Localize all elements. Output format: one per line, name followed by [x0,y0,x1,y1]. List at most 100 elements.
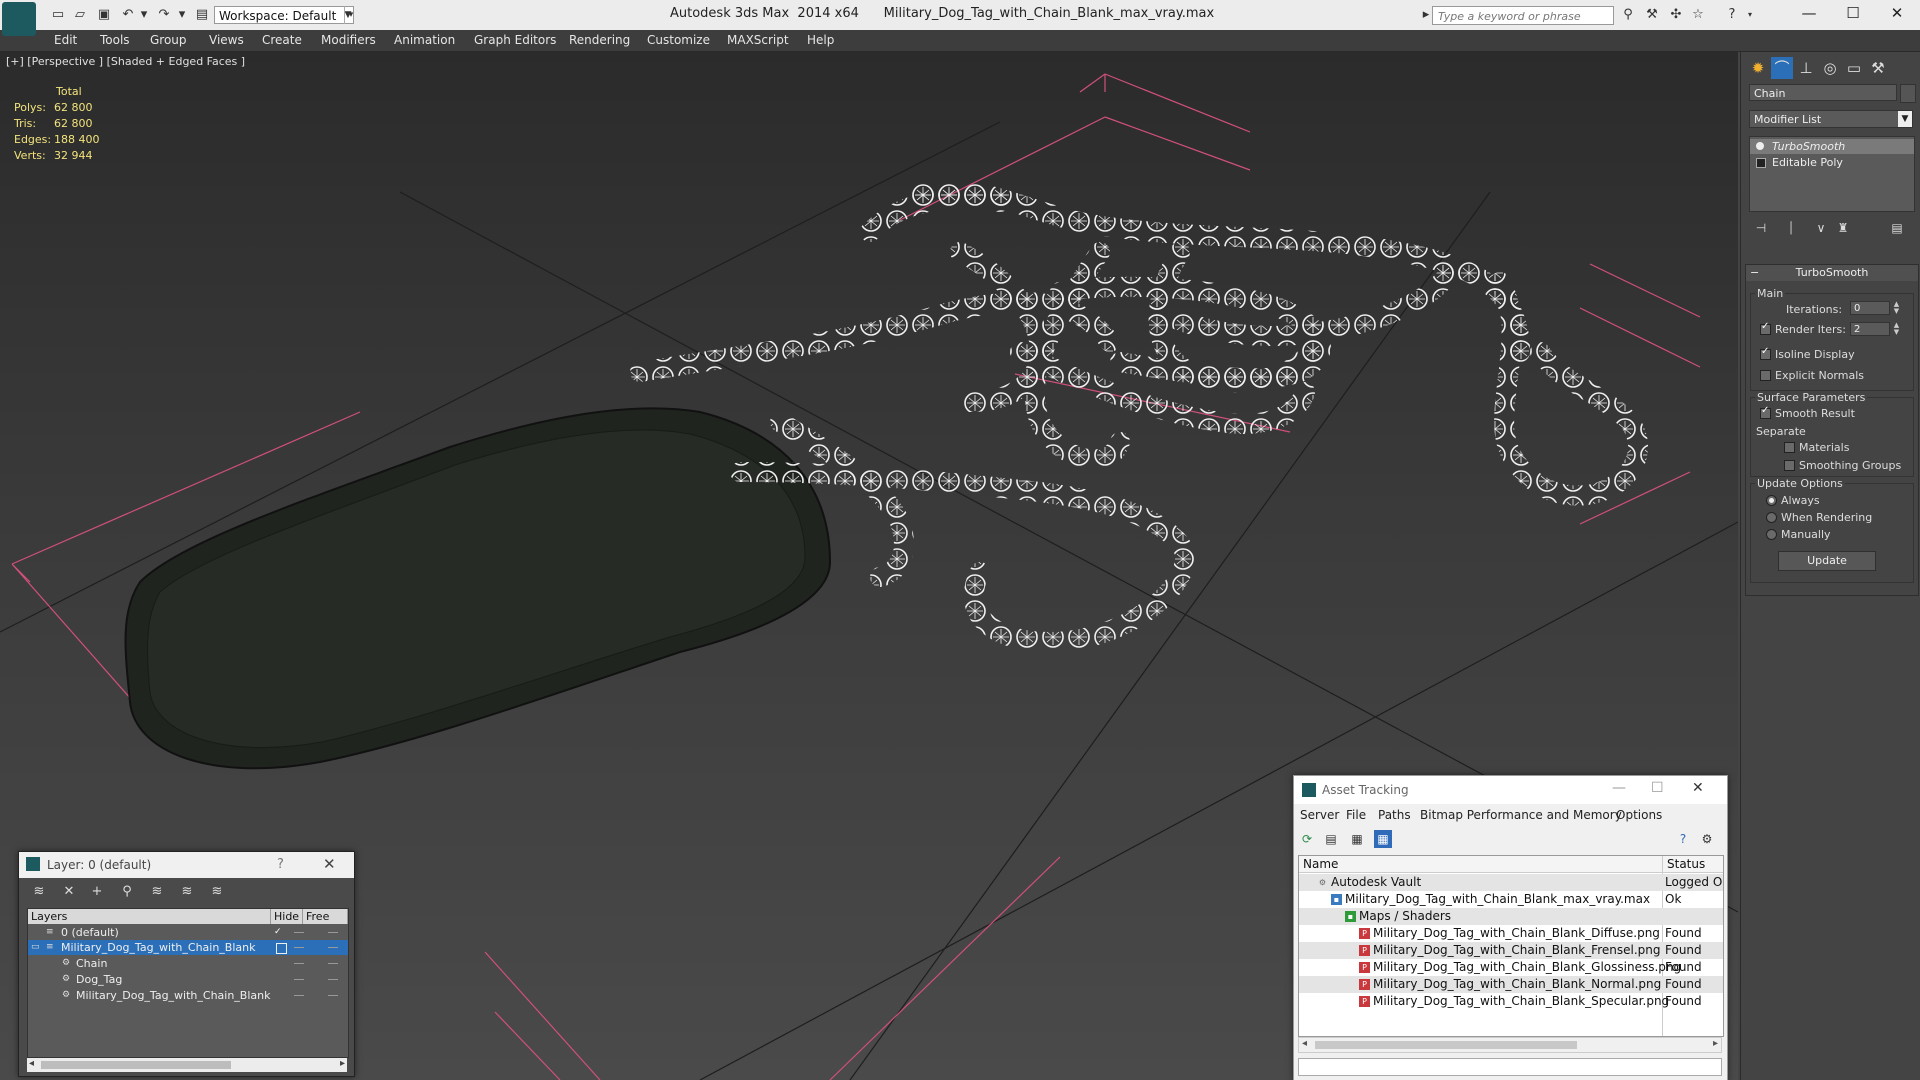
layer-row[interactable]: ⚙ Dog_Tag [28,972,348,987]
undo-dropdown-icon[interactable]: ▾ [136,7,152,23]
asset-row[interactable]: P Military_Dog_Tag_with_Chain_Blank_Spec… [1299,993,1723,1010]
menu-graph-editors[interactable]: Graph Editors [474,33,556,47]
layer-row[interactable]: ≡ 0 (default) ✓ [28,925,348,940]
materials-checkbox[interactable] [1784,442,1795,453]
hide-toggle[interactable] [294,947,304,948]
iterations-spinner[interactable]: 0 [1850,301,1890,315]
expand-icon[interactable] [1756,158,1766,168]
update-button[interactable]: Update [1778,551,1876,571]
table-view-icon[interactable]: ▦ [1374,830,1392,848]
close-icon[interactable]: ✕ [323,855,336,873]
scroll-right-icon[interactable]: ▸ [1713,1038,1718,1049]
spinner-arrows-icon[interactable]: ▲ ▼ [1892,301,1901,315]
maximize-icon[interactable]: ☐ [1830,0,1876,28]
communication-icon[interactable]: ✣ [1668,7,1684,23]
project-folder-icon[interactable]: ▤ [194,7,210,23]
menu-group[interactable]: Group [150,33,187,47]
asset-row[interactable]: ⚙ Autodesk Vault Logged Ou [1299,874,1723,891]
open-file-icon[interactable]: ▱ [72,7,88,23]
stack-item-editable-poly[interactable]: Editable Poly [1750,155,1914,170]
scroll-left-icon[interactable]: ◂ [1302,1038,1307,1049]
new-file-icon[interactable]: ▭ [50,7,66,23]
smoothing-groups-checkbox[interactable] [1784,460,1795,471]
subscription-icon[interactable]: ⚒ [1644,7,1660,23]
menu-create[interactable]: Create [262,33,302,47]
asset-row[interactable]: P Military_Dog_Tag_with_Chain_Blank_Diff… [1299,925,1723,942]
checkmark-icon[interactable]: ✓ [274,928,283,937]
maximize-icon[interactable]: ☐ [1651,780,1664,796]
help-icon[interactable]: ? [1724,7,1740,23]
spinner-arrows-icon[interactable]: ▲ ▼ [1892,322,1901,336]
collapse-icon[interactable]: ▭ [31,943,40,952]
asset-row[interactable]: ▪ Maps / Shaders [1299,908,1723,925]
render-iters-checkbox[interactable] [1760,321,1771,335]
asset-window-titlebar[interactable]: Asset Tracking — ☐ ✕ [1294,776,1727,804]
horizontal-scrollbar[interactable]: ◂ ▸ [1298,1037,1722,1053]
new-layer-icon[interactable]: ≋ [31,884,47,900]
settings-icon[interactable]: ⚙ [1698,830,1716,848]
hide-toggle[interactable] [294,963,304,964]
delete-layer-icon[interactable]: ✕ [61,884,77,900]
app-logo-icon[interactable] [2,2,36,36]
hide-toggle[interactable] [294,979,304,980]
chevron-down-icon[interactable]: ▼ [1898,111,1912,127]
configure-sets-icon[interactable]: ▤ [1889,220,1905,236]
scrollbar-thumb[interactable] [41,1061,231,1069]
stack-item-turbosmooth[interactable]: TurboSmooth [1750,139,1914,154]
layer-row[interactable]: ▭ ≡ Military_Dog_Tag_with_Chain_Blank [28,940,348,955]
search-input[interactable]: Type a keyword or phrase [1432,6,1614,25]
freeze-toggle[interactable] [328,932,338,933]
create-tab-icon[interactable]: ✹ [1747,57,1769,79]
lightbulb-icon[interactable] [1756,142,1764,150]
menu-views[interactable]: Views [209,33,244,47]
menu-options[interactable]: Options [1616,808,1662,822]
layer-window-titlebar[interactable]: Layer: 0 (default) ? ✕ [19,852,354,878]
perspective-viewport[interactable]: [+] [Perspective ] [Shaded + Edged Faces… [0,52,1738,1080]
freeze-toggle[interactable] [328,947,338,948]
collapse-icon[interactable]: − [1750,265,1759,281]
column-header-hide[interactable]: Hide [271,909,303,924]
object-color-swatch[interactable] [1900,84,1916,103]
undo-icon[interactable]: ↶ [120,7,136,23]
manually-radio[interactable] [1766,529,1777,540]
binoculars-icon[interactable]: ⚲ [1620,7,1636,23]
asset-path-field[interactable] [1298,1058,1722,1076]
layer-row[interactable]: ⚙ Chain [28,956,348,971]
when-rendering-radio[interactable] [1766,512,1777,523]
redo-icon[interactable]: ↷ [156,7,172,23]
modifier-list-select[interactable]: Modifier List ▼ [1749,110,1913,128]
horizontal-scrollbar[interactable]: ◂ ▸ [27,1058,347,1072]
scrollbar-thumb[interactable] [1315,1041,1577,1049]
select-objects-icon[interactable]: ⚲ [119,884,135,900]
refresh-icon[interactable]: ⟳ [1298,830,1316,848]
display-tab-icon[interactable]: ▭ [1843,57,1865,79]
current-layer-box[interactable] [276,943,287,954]
utilities-tab-icon[interactable]: ⚒ [1867,57,1889,79]
scroll-left-icon[interactable]: ◂ [29,1058,34,1069]
highlight-layer-icon[interactable]: ≋ [149,884,165,900]
redo-dropdown-icon[interactable]: ▾ [174,7,190,23]
explicit-normals-checkbox[interactable] [1760,370,1771,381]
column-header-name[interactable]: Name [1299,856,1662,873]
favorites-star-icon[interactable]: ☆ [1690,7,1706,23]
show-end-result-icon[interactable]: ⏐ [1783,220,1799,236]
menu-file[interactable]: File [1346,808,1366,822]
isoline-display-checkbox[interactable] [1760,346,1771,360]
close-icon[interactable]: ✕ [1692,780,1704,796]
asset-row[interactable]: P Military_Dog_Tag_with_Chain_Blank_Glos… [1299,959,1723,976]
hierarchy-tab-icon[interactable]: ⊥ [1795,57,1817,79]
column-header-layers[interactable]: Layers [28,909,271,924]
make-unique-icon[interactable]: ∨ [1813,220,1829,236]
menu-customize[interactable]: Customize [647,33,710,47]
hide-toggle[interactable] [294,995,304,996]
freeze-toggle[interactable] [328,963,338,964]
menu-server[interactable]: Server [1300,808,1339,822]
always-radio[interactable] [1766,495,1777,506]
menu-bitmap-performance[interactable]: Bitmap Performance and Memory [1420,808,1622,822]
menu-rendering[interactable]: Rendering [569,33,630,47]
scroll-right-icon[interactable]: ▸ [340,1058,345,1069]
object-name-input[interactable]: Chain [1749,84,1897,101]
help-dropdown-icon[interactable]: ▾ [1742,7,1758,23]
layer-row[interactable]: ⚙ Military_Dog_Tag_with_Chain_Blank [28,988,348,1003]
asset-row[interactable]: P Military_Dog_Tag_with_Chain_Blank_Norm… [1299,976,1723,993]
